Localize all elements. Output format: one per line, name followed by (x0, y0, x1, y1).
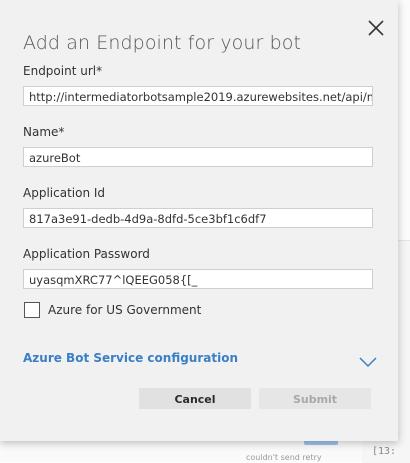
config-expand-toggle[interactable] (359, 353, 377, 368)
submit-button[interactable]: Submit (259, 388, 371, 409)
close-icon (368, 20, 384, 36)
background-status-text: couldn't send retry (246, 453, 322, 462)
us-government-checkbox[interactable] (24, 302, 40, 318)
application-password-label: Application Password (23, 247, 150, 261)
dialog-title: Add an Endpoint for your bot (23, 32, 302, 54)
application-id-input[interactable]: 817a3e91-dedb-4d9a-8dfd-5ce3bf1c6df7 (23, 208, 373, 228)
code-fragment: [13: (372, 446, 397, 457)
bot-service-config-link[interactable]: Azure Bot Service configuration (23, 351, 238, 365)
endpoint-url-label: Endpoint url* (23, 64, 103, 78)
name-label: Name* (23, 125, 65, 139)
us-government-label: Azure for US Government (48, 303, 202, 317)
close-button[interactable] (366, 18, 386, 38)
add-endpoint-dialog: Add an Endpoint for your bot Endpoint ur… (0, 0, 398, 441)
cancel-button[interactable]: Cancel (139, 388, 251, 409)
chevron-down-icon (359, 357, 377, 368)
application-password-input[interactable]: uyasqmXRC77^lQEEG058{[_ (23, 269, 373, 289)
name-input[interactable]: azureBot (23, 147, 373, 167)
application-id-label: Application Id (23, 186, 106, 200)
endpoint-url-input[interactable]: http://intermediatorbotsample2019.azurew… (23, 86, 373, 106)
